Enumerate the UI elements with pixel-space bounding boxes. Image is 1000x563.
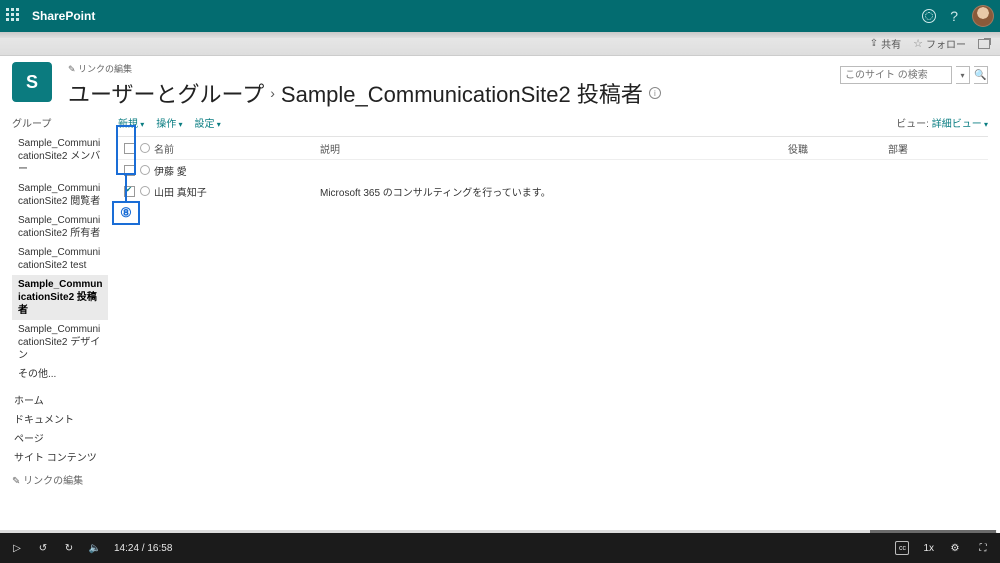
nav-heading-groups: グループ [12,115,108,130]
captions-icon[interactable]: cc [895,541,909,555]
video-settings-icon[interactable]: ⚙ [948,541,962,555]
sidebar-group-item[interactable]: Sample_CommunicationSite2 デザイン [12,320,108,365]
sidebar-link[interactable]: ページ [12,428,108,447]
video-time: 14:24 / 16:58 [114,543,172,554]
edit-links-bottom[interactable]: リンクの編集 [12,472,108,487]
time-total: 16:58 [147,543,172,554]
fullscreen-icon[interactable] [978,39,990,49]
sidebar-group-item[interactable]: Sample_CommunicationSite2 メンバー [12,134,108,179]
follow-button[interactable]: ☆ フォロー [913,36,966,51]
forward-icon[interactable]: ↻ [62,541,76,555]
share-label: 共有 [881,36,901,51]
person-icon [140,186,150,196]
sidebar-group-item[interactable]: Sample_CommunicationSite2 test [12,243,108,275]
help-icon[interactable]: ? [950,8,958,24]
select-all-checkbox[interactable] [124,143,135,154]
page-command-bar: ⇪ 共有 ☆ フォロー [0,32,1000,56]
title-part-a: ユーザーとグループ [68,77,264,109]
page-title: ユーザーとグループ › Sample_CommunicationSite2 投稿… [68,77,840,109]
video-controls: ▷ ↺ ↻ 🔈 14:24 / 16:58 cc 1x ⚙ ⛶ [0,533,1000,563]
left-nav: グループ Sample_CommunicationSite2 メンバーSampl… [12,113,108,487]
sidebar-link[interactable]: ドキュメント [12,409,108,428]
sidebar-group-item[interactable]: Sample_CommunicationSite2 閲覧者 [12,179,108,211]
col-role[interactable]: 役職 [788,141,888,156]
list-toolbar: 新規 操作 設定 ビュー: 詳細ビュー [118,113,988,137]
sidebar-group-item[interactable]: その他... [12,365,108,384]
star-icon: ☆ [913,37,923,50]
search-input[interactable] [840,66,952,84]
col-dept[interactable]: 部署 [888,141,988,156]
site-logo[interactable]: S [12,62,52,102]
app-launcher-icon[interactable] [6,8,22,24]
toolbar-new[interactable]: 新規 [118,115,144,130]
app-title: SharePoint [32,9,95,23]
annotation-number: ⑧ [112,201,140,225]
row-name: 伊藤 愛 [154,167,187,178]
search-go-button[interactable]: 🔍 [974,66,988,84]
table-row[interactable]: 山田 真知子 Microsoft 365 のコンサルティングを行っています。 [118,181,988,202]
list-header-row: 名前 説明 役職 部署 [118,137,988,160]
page-header: S リンクの編集 ユーザーとグループ › Sample_Communicatio… [0,56,1000,113]
person-icon [140,143,150,153]
table-row[interactable]: 伊藤 愛 [118,160,988,181]
rewind-icon[interactable]: ↺ [36,541,50,555]
title-part-b: Sample_CommunicationSite2 投稿者 [281,77,643,109]
play-icon[interactable]: ▷ [10,541,24,555]
sidebar-link[interactable]: サイト コンテンツ [12,447,108,466]
suite-bar: SharePoint ? [0,0,1000,32]
edit-links-top[interactable]: リンクの編集 [68,62,840,75]
sidebar-link[interactable]: ホーム [12,390,108,409]
view-selector[interactable]: 詳細ビュー [932,119,988,130]
annotation-line [125,175,127,201]
col-desc[interactable]: 説明 [320,141,788,156]
sidebar-group-item[interactable]: Sample_CommunicationSite2 投稿者 [12,275,108,320]
time-current: 14:24 [114,543,139,554]
settings-icon[interactable] [922,9,936,23]
sidebar-group-item[interactable]: Sample_CommunicationSite2 所有者 [12,211,108,243]
search-container: ▾ 🔍 [840,66,988,84]
row-desc: Microsoft 365 のコンサルティングを行っています。 [320,184,788,199]
toolbar-actions[interactable]: 操作 [156,115,182,130]
follow-label: フォロー [926,36,966,51]
view-label: ビュー: [896,119,929,130]
search-scope-dropdown[interactable]: ▾ [956,66,970,84]
user-avatar[interactable] [972,5,994,27]
breadcrumb-separator: › [270,85,275,101]
share-button[interactable]: ⇪ 共有 [870,36,901,51]
col-name[interactable]: 名前 [154,145,174,156]
speed-button[interactable]: 1x [923,543,934,554]
toolbar-settings[interactable]: 設定 [195,115,221,130]
main-content: 新規 操作 設定 ビュー: 詳細ビュー 名前 説明 役職 部署 伊藤 愛山田 真… [108,113,988,487]
video-fullscreen-icon[interactable]: ⛶ [976,541,990,555]
share-icon: ⇪ [870,38,878,49]
row-name: 山田 真知子 [154,188,207,199]
info-icon[interactable]: i [649,87,661,99]
person-icon [140,165,150,175]
volume-icon[interactable]: 🔈 [88,541,102,555]
